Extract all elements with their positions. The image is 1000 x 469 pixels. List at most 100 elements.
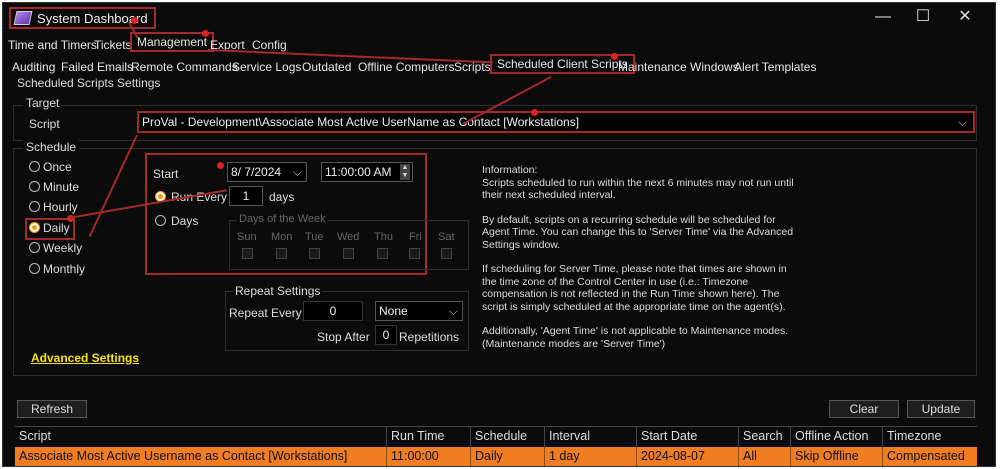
column-header-interval[interactable]: Interval (545, 427, 637, 447)
radio-once[interactable] (29, 161, 40, 172)
column-header-search[interactable]: Search (739, 427, 791, 447)
days-of-week-label: Days of the Week (237, 213, 328, 225)
radio-hourly-label: Hourly (43, 200, 78, 214)
subtab-auditing[interactable]: Auditing (12, 60, 55, 74)
target-group-label: Target (23, 96, 63, 110)
info-paragraph: By default, scripts on a recurring sched… (482, 213, 794, 251)
start-date-picker[interactable]: 8/ 7/2024 ⌵ (227, 162, 307, 182)
days-of-week-group (229, 220, 469, 270)
checkbox-tue[interactable] (309, 248, 320, 259)
annotation-marker-4 (531, 109, 538, 116)
start-time-input[interactable]: 11:00:00 AM ▲ ▼ (321, 162, 413, 182)
cell-run-time: 11:00:00 (387, 447, 471, 466)
close-button[interactable]: ✕ (947, 6, 983, 28)
info-paragraph: Additionally, 'Agent Time' is not applic… (482, 325, 789, 350)
column-header-timezone[interactable]: Timezone (883, 427, 977, 447)
cell-interval: 1 day (545, 447, 637, 466)
start-date-value: 8/ 7/2024 (231, 165, 282, 179)
app-icon (13, 11, 33, 25)
schedule-group-label: Schedule (23, 140, 80, 154)
cell-offline-action: Skip Offline (791, 447, 883, 466)
subtab-maintenance-windows[interactable]: Maintenance Windows (618, 60, 739, 74)
weekday-sun: Sun (237, 231, 257, 243)
clear-button[interactable]: Clear (829, 400, 899, 418)
radio-hourly[interactable] (29, 201, 40, 212)
radio-weekly[interactable] (29, 242, 40, 253)
weekday-fri: Fri (409, 231, 422, 243)
refresh-button[interactable]: Refresh (17, 400, 87, 418)
subtab-alert-templates[interactable]: Alert Templates (734, 60, 816, 74)
radio-weekly-label: Weekly (43, 241, 83, 255)
subtab-service-logs[interactable]: Service Logs (232, 60, 301, 74)
tab-time-and-timers[interactable]: Time and Timers (8, 38, 97, 52)
cell-search: All (739, 447, 791, 466)
tab-config[interactable]: Config (252, 38, 287, 52)
subtab-offline-computers[interactable]: Offline Computers (358, 60, 455, 74)
table-header: Script Run Time Schedule Interval Start … (15, 426, 977, 448)
radio-monthly[interactable] (29, 263, 40, 274)
cell-schedule: Daily (471, 447, 545, 466)
annotation-marker-1 (131, 17, 138, 24)
chevron-down-icon: ⌵ (957, 115, 967, 129)
info-paragraph: Information: Scripts scheduled to run wi… (482, 164, 794, 201)
column-header-run-time[interactable]: Run Time (387, 427, 471, 447)
radio-monthly-label: Monthly (43, 262, 86, 276)
stop-after-input[interactable]: 0 (375, 325, 397, 345)
radio-minute-label: Minute (43, 180, 80, 194)
update-button[interactable]: Update (907, 400, 975, 418)
info-paragraph: If scheduling for Server Time, please no… (482, 263, 787, 313)
start-time-value: 11:00:00 AM (325, 165, 392, 179)
checkbox-sat[interactable] (441, 248, 452, 259)
cell-timezone: Compensated (887, 449, 965, 463)
script-select-value: ProVal - Development\Associate Most Acti… (142, 115, 580, 129)
script-label: Script (29, 117, 60, 131)
checkbox-sun[interactable] (242, 248, 253, 259)
subtab-remote-commands[interactable]: Remote Commands (131, 60, 238, 74)
weekday-tue: Tue (305, 231, 324, 243)
repetitions-label: Repetitions (399, 330, 460, 344)
radio-minute[interactable] (29, 181, 40, 192)
checkbox-mon[interactable] (276, 248, 287, 259)
settings-title: Scheduled Scripts Settings (17, 76, 161, 90)
radio-once-label: Once (43, 160, 72, 174)
column-header-start-date[interactable]: Start Date (637, 427, 739, 447)
checkbox-wed[interactable] (343, 248, 354, 259)
checkbox-fri[interactable] (409, 248, 420, 259)
weekday-thu: Thu (374, 231, 393, 243)
repeat-settings-label: Repeat Settings (233, 284, 323, 298)
weekday-mon: Mon (271, 231, 293, 243)
script-select[interactable]: ProVal - Development\Associate Most Acti… (137, 111, 975, 133)
tab-tickets[interactable]: Tickets (94, 38, 132, 52)
information-text: Information: Scripts scheduled to run wi… (482, 164, 802, 362)
weekday-sat: Sat (438, 231, 455, 243)
maximize-button[interactable]: ☐ (905, 6, 941, 28)
advanced-settings-link[interactable]: Advanced Settings (31, 351, 139, 365)
column-header-script[interactable]: Script (15, 427, 387, 447)
repeat-every-input[interactable]: 0 (303, 301, 363, 321)
column-header-schedule[interactable]: Schedule (471, 427, 545, 447)
run-every-input[interactable]: 1 (229, 186, 263, 206)
annotation-marker-6 (217, 162, 224, 169)
radio-daily-label: Daily (43, 221, 70, 235)
annotation-marker-3 (611, 53, 618, 60)
days-label: Days (171, 214, 199, 228)
radio-daily[interactable] (29, 222, 40, 233)
repeat-every-label: Repeat Every (229, 306, 302, 320)
window: System Dashboard — ☐ ✕ Time and Timers T… (2, 2, 996, 467)
chevron-down-icon: ⌵ (448, 304, 458, 318)
weekday-wed: Wed (337, 231, 360, 243)
radio-days[interactable] (155, 215, 166, 226)
spinner-icon[interactable]: ▲ ▼ (400, 164, 410, 180)
checkbox-thu[interactable] (377, 248, 388, 259)
stop-after-label: Stop After (317, 330, 370, 344)
start-label: Start (153, 167, 179, 181)
subtab-failed-emails[interactable]: Failed Emails (61, 60, 133, 74)
table-row[interactable]: Associate Most Active Username as Contac… (15, 447, 977, 466)
run-every-unit: days (269, 190, 295, 204)
repeat-unit-value: None (379, 304, 408, 318)
minimize-button[interactable]: — (865, 6, 901, 28)
annotation-marker-2 (202, 30, 209, 37)
column-header-offline-action[interactable]: Offline Action (791, 427, 883, 447)
repeat-unit-select[interactable]: None ⌵ (375, 301, 463, 321)
subtab-outdated[interactable]: Outdated (302, 60, 351, 74)
